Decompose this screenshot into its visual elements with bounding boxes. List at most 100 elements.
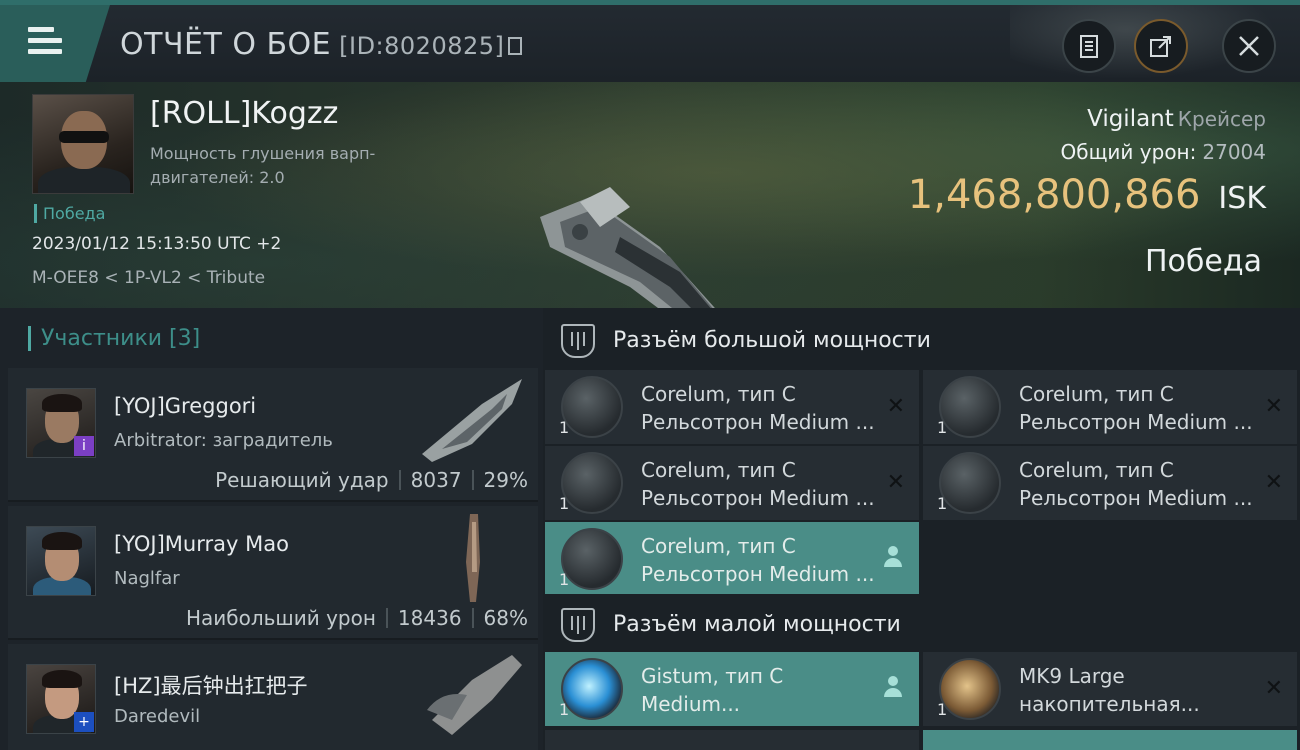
victim-pilot-stat: Мощность глушения варп-двигателей: 2.0 <box>150 144 376 187</box>
module-name: Corelum, тип C <box>641 534 796 558</box>
battle-result: Победа <box>1145 244 1262 279</box>
destroyed-icon: ✕ <box>1264 470 1283 495</box>
module-type: Рельсотрон Medium ... <box>641 410 875 434</box>
menu-button[interactable] <box>0 5 110 82</box>
dropped-person-icon <box>883 546 903 570</box>
copy-icon[interactable] <box>508 37 523 55</box>
victim-ship-name: Vigilant Крейсер <box>1087 106 1266 132</box>
railgun-icon <box>939 376 1001 438</box>
title-text: ОТЧЁТ О БОЕ <box>120 27 332 62</box>
hamburger-icon <box>28 27 62 54</box>
participant-row[interactable]: i [YOJ]Greggori Arbitrator: заградитель … <box>8 368 538 502</box>
module-qty: 1 <box>559 700 570 719</box>
railgun-icon <box>561 452 623 514</box>
module-qty: 1 <box>559 418 570 437</box>
fitting-panel: Разъём большой мощности 1 Corelum, тип C… <box>543 308 1300 750</box>
high-slot-title: Разъём большой мощности <box>613 328 931 353</box>
destroyed-icon: ✕ <box>886 394 905 419</box>
magnetic-stabilizer-icon <box>561 658 623 720</box>
module-qty: 1 <box>559 570 570 589</box>
page-title: ОТЧЁТ О БОЕ [ID:8020825] <box>120 27 523 62</box>
stat-damage: 8037 <box>410 468 462 492</box>
module-slot[interactable]: 1 Corelum, тип C Рельсотрон Medium ... <box>545 522 919 596</box>
high-slot-header: Разъём большой мощности <box>543 310 1300 370</box>
participant-avatar[interactable]: i <box>26 388 96 458</box>
module-type: Medium... <box>641 692 741 716</box>
status-badge: Победа <box>34 204 105 223</box>
damage-value: 27004 <box>1202 140 1266 164</box>
participant-ship-image <box>422 379 522 462</box>
railgun-icon <box>561 376 623 438</box>
module-type: Рельсотрон Medium ... <box>1019 486 1253 510</box>
dropped-person-icon <box>883 676 903 700</box>
module-name: Corelum, тип C <box>1019 458 1174 482</box>
module-qty: 1 <box>937 494 948 513</box>
module-slot[interactable]: 1 Corelum, тип C Рельсотрон Medium ... ✕ <box>923 370 1297 444</box>
participant-name: [YOJ]Murray Mao <box>114 532 289 556</box>
low-slot-icon <box>561 608 595 642</box>
kill-timestamp: 2023/01/12 15:13:50 UTC +2 <box>32 234 282 254</box>
destroyed-icon: ✕ <box>1264 394 1283 419</box>
module-qty: 1 <box>937 418 948 437</box>
participant-row[interactable]: [YOJ]Murray Mao Naglfar Наибольший урон 1… <box>8 506 538 640</box>
module-slot[interactable]: 1 MK9 Large накопительная... ✕ <box>923 652 1297 726</box>
module-slot[interactable]: 1 Corelum, тип C Рельсотрон Medium ... ✕ <box>545 370 919 444</box>
module-slot[interactable]: 1 Corelum, тип C Рельсотрон Medium ... ✕ <box>545 446 919 520</box>
destroyed-icon: ✕ <box>886 470 905 495</box>
participant-stats: Решающий удар 8037 29% <box>215 468 528 492</box>
module-slot[interactable]: 1 Corelum, тип C Рельсотрон Medium ... ✕ <box>923 446 1297 520</box>
module-slot-partial[interactable] <box>923 730 1297 750</box>
share-icon <box>1150 36 1171 57</box>
victim-pilot-name[interactable]: [ROLL]Kogzz <box>150 96 338 131</box>
stat-percent: 68% <box>483 606 528 630</box>
damage-label: Общий урон: <box>1060 140 1197 164</box>
destroyed-icon: ✕ <box>1264 676 1283 701</box>
stat-label: Решающий удар <box>215 468 389 492</box>
participant-avatar[interactable] <box>26 526 96 596</box>
module-name: Corelum, тип C <box>641 382 796 406</box>
module-slot-partial[interactable] <box>545 730 919 750</box>
stat-percent: 29% <box>483 468 528 492</box>
isk-unit: ISK <box>1218 181 1266 216</box>
kill-location[interactable]: M-OEE8 < 1P-VL2 < Tribute <box>32 268 265 288</box>
participant-ship-image <box>466 514 480 602</box>
participant-ship: Daredevil <box>114 706 201 727</box>
share-button[interactable] <box>1134 19 1188 73</box>
module-qty: 1 <box>559 494 570 513</box>
isk-value: 1,468,800,866 ISK <box>908 172 1266 218</box>
participant-row[interactable]: + [HZ]最后钟出扛把子 Daredevil <box>8 644 538 750</box>
total-damage: Общий урон: 27004 <box>1061 140 1266 164</box>
module-name: Corelum, тип C <box>641 458 796 482</box>
ship-name[interactable]: Vigilant <box>1087 106 1174 132</box>
low-slot-header: Разъём малой мощности <box>543 594 1300 654</box>
participant-name: [HZ]最后钟出扛把子 <box>114 674 308 698</box>
module-type: Рельсотрон Medium ... <box>641 562 875 586</box>
participant-avatar[interactable]: + <box>26 664 96 734</box>
report-log-button[interactable] <box>1062 19 1116 73</box>
railgun-icon <box>561 528 623 590</box>
stat-label: Наибольший урон <box>185 606 376 630</box>
participant-stats: Наибольший урон 18436 68% <box>186 606 528 630</box>
capacitor-icon <box>939 658 1001 720</box>
participant-ship: Arbitrator: заградитель <box>114 430 333 451</box>
isk-amount: 1,468,800,866 <box>907 172 1201 218</box>
module-type: Рельсотрон Medium ... <box>1019 410 1253 434</box>
close-button[interactable] <box>1222 19 1276 73</box>
stat-damage: 18436 <box>397 606 462 630</box>
participant-ship: Naglfar <box>114 568 180 589</box>
module-qty: 1 <box>937 700 948 719</box>
participant-badge-icon: + <box>74 712 94 732</box>
participant-ship-image <box>427 655 522 735</box>
module-type: Рельсотрон Medium ... <box>641 486 875 510</box>
module-slot[interactable]: 1 Gistum, тип C Medium... <box>545 652 919 726</box>
participant-name: [YOJ]Greggori <box>114 394 257 418</box>
participant-badge-icon: i <box>74 436 94 456</box>
module-name: Gistum, тип C <box>641 664 784 688</box>
ship-class: Крейсер <box>1177 107 1266 131</box>
participants-panel: Участники [3] i [YOJ]Greggori Arbitrator… <box>0 308 543 750</box>
low-slot-title: Разъём малой мощности <box>613 612 901 637</box>
railgun-icon <box>939 452 1001 514</box>
module-name: Corelum, тип C <box>1019 382 1174 406</box>
victim-avatar[interactable] <box>32 94 134 194</box>
report-id: [ID:8020825] <box>339 32 505 60</box>
